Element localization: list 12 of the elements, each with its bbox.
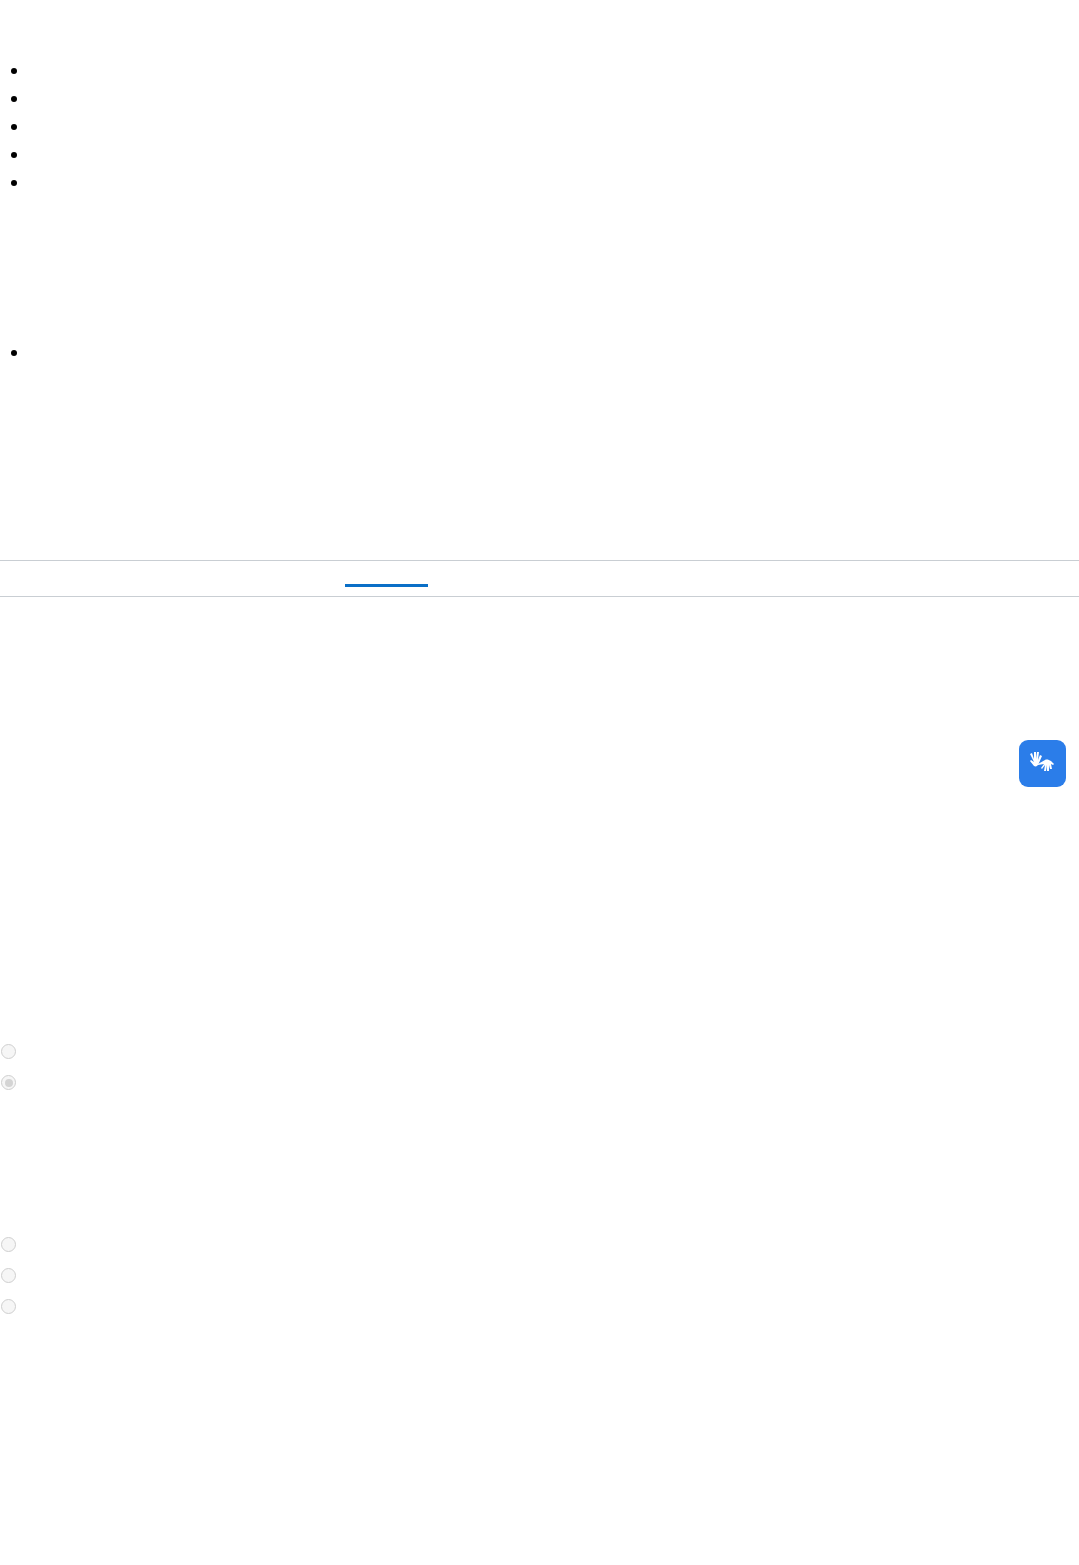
bullet-icon (11, 124, 17, 130)
bullet-icon (11, 152, 17, 158)
radio-button[interactable] (1, 1299, 16, 1314)
radio-button[interactable] (1, 1237, 16, 1252)
bullet-icon (11, 96, 17, 102)
radio-button[interactable] (1, 1044, 16, 1059)
radio-button[interactable] (1, 1268, 16, 1283)
bullet-icon (11, 180, 17, 186)
radio-button[interactable] (1, 1075, 16, 1090)
accessibility-button[interactable] (1019, 740, 1066, 787)
bullet-icon (11, 68, 17, 74)
bullet-icon (11, 350, 17, 356)
